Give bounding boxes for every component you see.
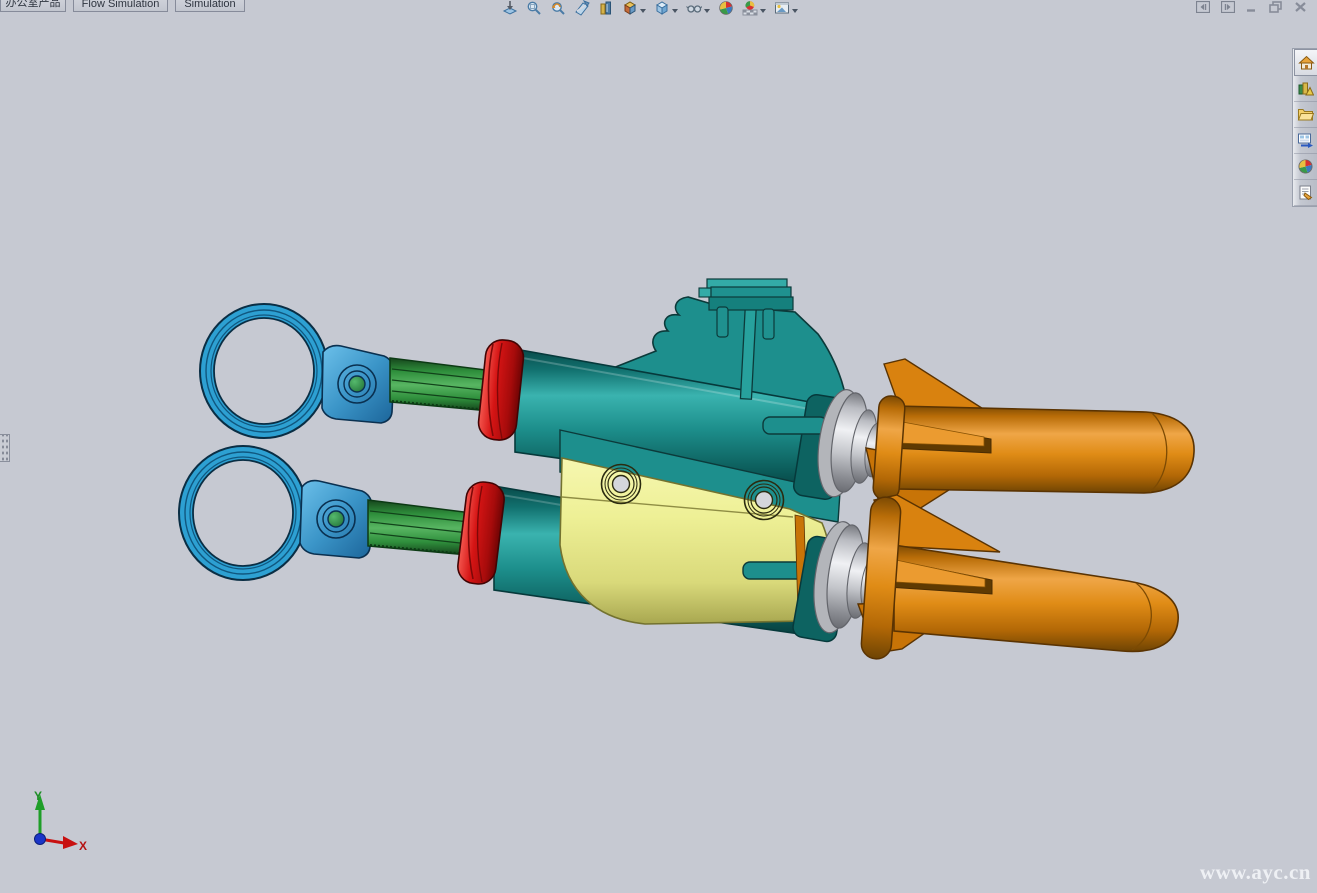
lower-pull-ring[interactable] — [179, 446, 307, 580]
plate-pin-left — [717, 307, 728, 337]
chevron-down-icon[interactable] — [640, 9, 646, 13]
chevron-down-icon[interactable] — [760, 9, 766, 13]
lower-grip-handle — [894, 545, 1178, 651]
upper-clevis-block[interactable] — [322, 346, 394, 423]
tab-simulation[interactable]: Simulation — [175, 0, 245, 12]
tab-office-products[interactable]: 办公室产品 — [0, 0, 66, 12]
drawing-views-icon[interactable] — [598, 0, 614, 16]
display-style-icon[interactable] — [654, 0, 678, 16]
next-document-button[interactable] — [1221, 1, 1235, 13]
y-axis-label: Y — [34, 789, 42, 803]
zoom-to-fit-icon[interactable] — [502, 0, 518, 16]
lower-clevis-block[interactable] — [300, 481, 372, 558]
hide-show-items-icon[interactable] — [686, 0, 710, 16]
heads-up-toolbar — [502, 0, 798, 16]
window-controls — [1196, 1, 1307, 13]
view-orientation-icon[interactable] — [622, 0, 646, 16]
previous-view-icon[interactable] — [550, 0, 566, 16]
chevron-down-icon[interactable] — [704, 9, 710, 13]
feature-pane-collapsed-tab[interactable] — [0, 434, 10, 462]
custom-properties-icon[interactable] — [1294, 180, 1317, 206]
upper-lock-bar[interactable] — [763, 417, 827, 434]
reference-triad: Y X — [16, 786, 96, 866]
section-view-icon[interactable] — [574, 0, 590, 16]
x-axis-label: X — [79, 839, 87, 853]
graphics-area[interactable] — [0, 0, 1317, 893]
chevron-down-icon[interactable] — [792, 9, 798, 13]
lower-pivot-pin — [328, 511, 344, 527]
origin-dot — [35, 834, 46, 845]
lower-finned-grip[interactable] — [858, 495, 1178, 660]
restore-button[interactable] — [1269, 1, 1283, 13]
view-settings-icon[interactable] — [774, 0, 798, 16]
file-explorer-icon[interactable] — [1294, 102, 1317, 128]
command-manager-tabs: 办公室产品 Flow Simulation Simulation — [0, 0, 245, 12]
apply-scene-icon[interactable] — [742, 0, 766, 16]
design-library-icon[interactable] — [1294, 76, 1317, 102]
minimize-button[interactable] — [1246, 1, 1258, 13]
zoom-to-area-icon[interactable] — [526, 0, 542, 16]
plate-pin-right — [763, 309, 774, 339]
x-axis-arrow — [63, 836, 78, 849]
previous-document-button[interactable] — [1196, 1, 1210, 13]
close-button[interactable] — [1294, 1, 1307, 13]
upper-pivot-pin — [349, 376, 365, 392]
tab-flow-simulation[interactable]: Flow Simulation — [73, 0, 168, 12]
solidworks-resources-icon[interactable] — [1294, 49, 1317, 76]
appearances-scenes-icon[interactable] — [1294, 154, 1317, 180]
chevron-down-icon[interactable] — [672, 9, 678, 13]
view-palette-icon[interactable] — [1294, 128, 1317, 154]
upper-finned-grip[interactable] — [866, 359, 1194, 524]
upper-pull-ring[interactable] — [200, 304, 328, 438]
task-pane — [1292, 48, 1317, 207]
application-window: Y X 办公室产品 Flow Simulation Simulation — [0, 0, 1317, 893]
edit-appearance-icon[interactable] — [718, 0, 734, 16]
watermark: www.ayc.cn — [1200, 860, 1311, 885]
